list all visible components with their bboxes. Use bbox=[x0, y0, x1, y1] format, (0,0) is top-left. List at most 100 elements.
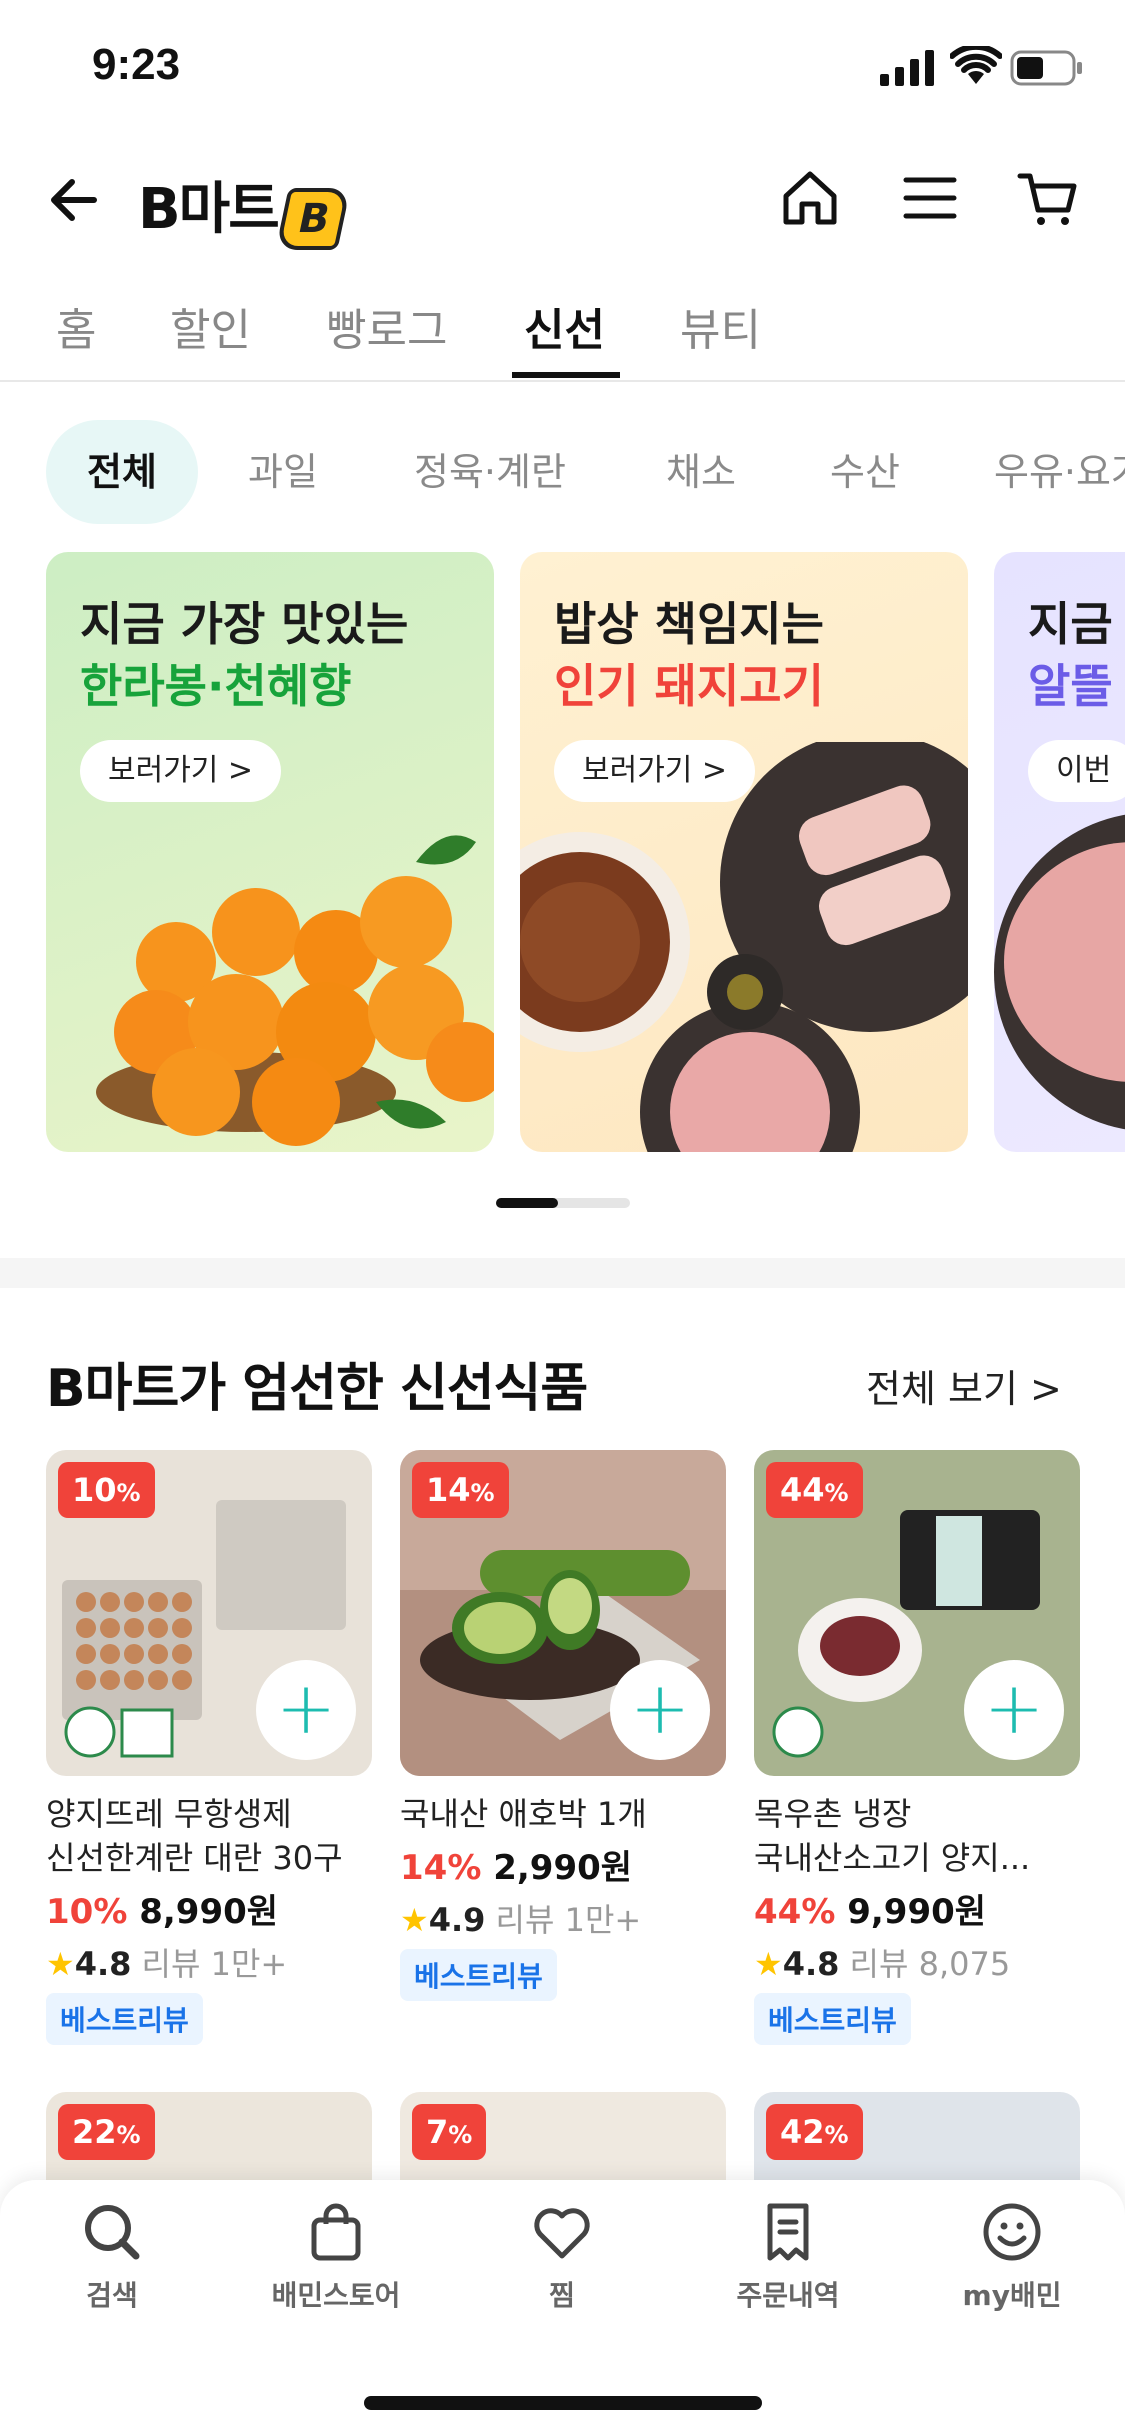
discount-badge: 22% bbox=[58, 2104, 155, 2160]
chip-seafood[interactable]: 수산 bbox=[830, 420, 900, 524]
chip-vegetable[interactable]: 채소 bbox=[666, 420, 736, 524]
badge-number: 44 bbox=[780, 1471, 825, 1509]
badge-percent: % bbox=[824, 2121, 849, 2149]
status-time: 9:23 bbox=[92, 40, 181, 89]
product-image: 44% + bbox=[754, 1450, 1080, 1776]
nav-wishlist[interactable]: 찜 bbox=[472, 2200, 652, 2314]
rating-value: 4.8 bbox=[74, 1945, 132, 1983]
cart-icon[interactable] bbox=[1016, 166, 1080, 230]
banner-hallabong[interactable]: 지금 가장 맛있는 한라봉·천혜향 보러가기 > bbox=[46, 552, 494, 1152]
nav-search[interactable]: 검색 bbox=[22, 2200, 202, 2314]
chip-all[interactable]: 전체 bbox=[46, 420, 198, 524]
home-indicator bbox=[364, 2396, 762, 2410]
status-bar: 9:23 bbox=[0, 0, 1125, 140]
rating-value: 4.9 bbox=[428, 1901, 486, 1939]
price: 9,990원 bbox=[847, 1892, 987, 1932]
badge-percent: % bbox=[116, 2121, 141, 2149]
beef-image bbox=[994, 814, 1125, 1130]
rating-line: ★4.9 리뷰 1만+ bbox=[400, 1895, 726, 1941]
home-icon[interactable] bbox=[778, 166, 842, 230]
discount-badge: 7% bbox=[412, 2104, 487, 2160]
nav-label: 주문내역 bbox=[736, 2279, 840, 2312]
menu-icon[interactable] bbox=[898, 166, 962, 230]
product-card[interactable]: 10% + 양지뜨레 무항생제 신선한계란 대란 30구 10% 8,990원 … bbox=[46, 1450, 372, 2045]
badge-number: 14 bbox=[426, 1471, 471, 1509]
add-to-cart-button[interactable]: + bbox=[964, 1660, 1064, 1760]
badge-number: 10 bbox=[72, 1471, 117, 1509]
discount-percent: 10% bbox=[46, 1892, 128, 1932]
brand-name: B마트 bbox=[138, 177, 280, 242]
nav-baemin-store[interactable]: 배민스토어 bbox=[246, 2200, 426, 2314]
tab-bread-log[interactable]: 빵로그 bbox=[326, 294, 447, 358]
product-name-line1: 국내산 애호박 1개 bbox=[400, 1795, 647, 1833]
add-to-cart-button[interactable]: + bbox=[256, 1660, 356, 1760]
rating-value: 4.8 bbox=[782, 1945, 840, 1983]
nav-label: 검색 bbox=[86, 2279, 138, 2312]
best-review-tag: 베스트리뷰 bbox=[46, 1993, 203, 2045]
product-name-line2: 국내산소고기 양지... bbox=[754, 1839, 1031, 1877]
chip-fruit[interactable]: 과일 bbox=[248, 420, 318, 524]
nav-my-baemin[interactable]: my배민 bbox=[922, 2200, 1102, 2314]
banner-view-button[interactable]: 이번 bbox=[1028, 740, 1125, 802]
nav-label: my배민 bbox=[962, 2279, 1062, 2312]
back-arrow-icon[interactable] bbox=[44, 168, 108, 232]
discount-badge: 10% bbox=[58, 1462, 155, 1518]
product-price-line: 10% 8,990원 bbox=[46, 1884, 372, 1933]
review-count: 리뷰 1만+ bbox=[141, 1945, 288, 1983]
shopping-bag-icon bbox=[311, 2203, 361, 2261]
smile-face-icon bbox=[983, 2203, 1041, 2261]
chip-meat-egg[interactable]: 정육·계란 bbox=[414, 420, 566, 524]
product-price-line: 14% 2,990원 bbox=[400, 1840, 726, 1889]
product-image: 14% + bbox=[400, 1450, 726, 1776]
star-icon: ★ bbox=[400, 1901, 429, 1939]
banner-highlight: 인기 돼지고기 bbox=[554, 659, 824, 713]
badge-number: 42 bbox=[780, 2113, 825, 2151]
tabs-divider bbox=[0, 380, 1125, 382]
price: 2,990원 bbox=[493, 1848, 633, 1888]
chip-dairy[interactable]: 우유·요거 bbox=[994, 420, 1125, 524]
active-tab-indicator bbox=[512, 372, 620, 378]
star-icon: ★ bbox=[46, 1945, 75, 1983]
cellular-signal-icon bbox=[880, 50, 934, 86]
banner-view-button[interactable]: 보러가기 > bbox=[80, 740, 282, 802]
nav-orders[interactable]: 주문내역 bbox=[698, 2200, 878, 2314]
discount-percent: 44% bbox=[754, 1892, 836, 1932]
brand-logo: B마트 B bbox=[138, 164, 351, 250]
wifi-icon bbox=[950, 46, 1002, 84]
receipt-icon bbox=[767, 2203, 809, 2261]
product-card[interactable]: 44% + 목우촌 냉장 국내산소고기 양지... 44% 9,990원 ★4.… bbox=[754, 1450, 1080, 2045]
badge-number: 7 bbox=[426, 2113, 449, 2151]
discount-badge: 44% bbox=[766, 1462, 863, 1518]
heart-icon bbox=[534, 2208, 590, 2259]
badge-percent: % bbox=[470, 1479, 495, 1507]
banner-title: 지금 가장 맛있는 bbox=[80, 597, 409, 651]
badge-percent: % bbox=[116, 1479, 141, 1507]
review-count: 리뷰 8,075 bbox=[849, 1945, 1011, 1983]
product-name-line2: 신선한계란 대란 30구 bbox=[46, 1839, 343, 1877]
tab-beauty[interactable]: 뷰티 bbox=[680, 294, 761, 358]
product-image: 10% + bbox=[46, 1450, 372, 1776]
see-all-link[interactable]: 전체 보기 > bbox=[866, 1358, 1062, 1413]
banner-page-indicator bbox=[496, 1198, 630, 1208]
badge-number: 22 bbox=[72, 2113, 117, 2151]
tab-home[interactable]: 홈 bbox=[56, 294, 96, 358]
add-to-cart-button[interactable]: + bbox=[610, 1660, 710, 1760]
rating-line: ★4.8 리뷰 8,075 bbox=[754, 1939, 1080, 1985]
rating-line: ★4.8 리뷰 1만+ bbox=[46, 1939, 372, 1985]
banner-pork[interactable]: 밥상 책임지는 인기 돼지고기 보러가기 > bbox=[520, 552, 968, 1152]
badge-percent: % bbox=[824, 1479, 849, 1507]
discount-percent: 14% bbox=[400, 1848, 482, 1888]
star-icon: ★ bbox=[754, 1945, 783, 1983]
product-card[interactable]: 14% + 국내산 애호박 1개 14% 2,990원 ★4.9 리뷰 1만+ … bbox=[400, 1450, 726, 2001]
product-name-line1: 양지뜨레 무항생제 bbox=[46, 1795, 292, 1833]
tab-fresh[interactable]: 신선 bbox=[524, 294, 605, 358]
tab-discount[interactable]: 할인 bbox=[170, 294, 251, 358]
best-review-tag: 베스트리뷰 bbox=[754, 1993, 911, 2045]
discount-badge: 42% bbox=[766, 2104, 863, 2160]
discount-badge: 14% bbox=[412, 1462, 509, 1518]
banner-third[interactable]: 지금 알뜰 이번 bbox=[994, 552, 1125, 1152]
section-divider bbox=[0, 1258, 1125, 1288]
search-icon bbox=[85, 2205, 140, 2260]
banner-title: 밥상 책임지는 bbox=[554, 597, 824, 651]
banner-highlight: 한라봉·천혜향 bbox=[80, 659, 352, 713]
